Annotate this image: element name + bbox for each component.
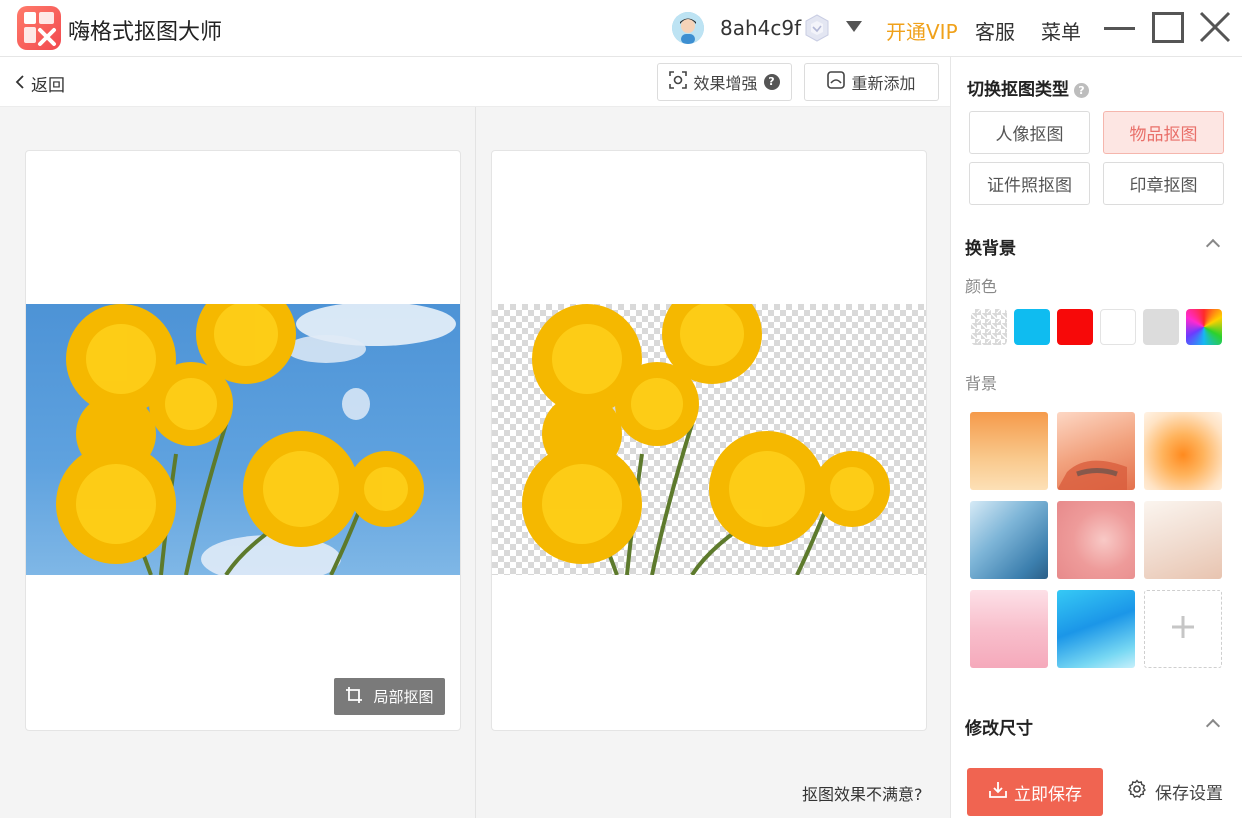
bg-tile-peach-paper[interactable]	[1057, 412, 1135, 490]
workspace-divider	[475, 107, 476, 818]
save-settings-button[interactable]: 保存设置	[1127, 779, 1223, 804]
partial-cutout-button[interactable]: 局部抠图	[334, 678, 445, 715]
unsatisfied-link[interactable]: 抠图效果不满意?	[802, 781, 923, 805]
collapse-icon[interactable]	[1205, 718, 1221, 734]
type-seal-button[interactable]: 印章抠图	[1103, 162, 1224, 205]
color-picker-rainbow[interactable]	[1186, 309, 1222, 345]
bg-tile-blue-silk[interactable]	[970, 501, 1048, 579]
minimize-icon[interactable]	[1104, 27, 1135, 30]
crop-icon	[345, 686, 363, 708]
save-settings-label: 保存设置	[1155, 784, 1223, 804]
type-portrait-button[interactable]: 人像抠图	[969, 111, 1090, 154]
collapse-icon[interactable]	[1205, 238, 1221, 254]
switch-type-title: 切换抠图类型?	[967, 75, 1089, 100]
readd-button[interactable]: 重新添加	[804, 63, 939, 101]
bg-tile-cream-silk[interactable]	[1144, 501, 1222, 579]
enhance-icon	[669, 71, 688, 93]
account-dropdown-icon[interactable]	[846, 21, 862, 32]
change-bg-title: 换背景	[965, 239, 1016, 259]
back-button[interactable]: 返回	[15, 71, 65, 96]
gear-icon	[1127, 779, 1147, 804]
original-canvas: 局部抠图	[25, 150, 461, 731]
bg-tile-sunset[interactable]	[1144, 412, 1222, 490]
type-object-button[interactable]: 物品抠图	[1103, 111, 1224, 154]
save-now-button[interactable]: 立即保存	[967, 768, 1103, 816]
app-title: 嗨格式抠图大师	[68, 20, 223, 45]
partial-cutout-label: 局部抠图	[373, 688, 434, 706]
color-swatch-gray[interactable]	[1143, 309, 1179, 345]
add-background-button[interactable]	[1144, 590, 1222, 668]
settings-panel: 切换抠图类型? 人像抠图 物品抠图 证件照抠图 印章抠图 换背景 颜色 背景 修…	[950, 57, 1242, 818]
result-image	[492, 304, 926, 575]
bg-tile-orange-gradient[interactable]	[970, 412, 1048, 490]
help-icon[interactable]: ?	[1074, 83, 1089, 98]
readd-label: 重新添加	[851, 74, 916, 93]
bg-tile-pink-texture[interactable]	[1057, 501, 1135, 579]
type-id-photo-button[interactable]: 证件照抠图	[969, 162, 1090, 205]
menu-link[interactable]: 菜单	[1041, 16, 1081, 45]
color-swatch-transparent[interactable]	[971, 309, 1007, 345]
enhance-label: 效果增强	[693, 74, 758, 93]
bg-tile-pink-soft[interactable]	[970, 590, 1048, 668]
color-swatch-red[interactable]	[1057, 309, 1093, 345]
title-bar: 嗨格式抠图大师 8ah4c9f 开通VIP 客服 菜单	[0, 0, 1242, 57]
plus-icon	[1170, 614, 1196, 644]
save-now-label: 立即保存	[1014, 784, 1082, 805]
username[interactable]: 8ah4c9f	[720, 16, 801, 40]
maximize-icon[interactable]	[1152, 12, 1184, 43]
open-vip-link[interactable]: 开通VIP	[886, 16, 958, 45]
download-icon	[988, 780, 1008, 805]
resize-title: 修改尺寸	[965, 719, 1033, 739]
color-label: 颜色	[965, 277, 998, 296]
enhance-button[interactable]: 效果增强 ?	[657, 63, 792, 101]
toolbar: 返回 效果增强 ? 重新添加	[0, 57, 950, 107]
back-label: 返回	[31, 76, 65, 96]
help-icon[interactable]: ?	[763, 74, 780, 90]
color-swatch-white[interactable]	[1100, 309, 1136, 345]
vip-badge-icon	[802, 13, 832, 43]
original-image	[26, 304, 460, 575]
result-canvas	[491, 150, 927, 731]
user-avatar[interactable]	[672, 12, 704, 44]
close-icon[interactable]	[1198, 10, 1232, 44]
customer-service-link[interactable]: 客服	[975, 16, 1015, 45]
switch-type-label: 切换抠图类型	[967, 80, 1069, 100]
app-logo-icon	[17, 6, 61, 50]
color-swatch-blue[interactable]	[1014, 309, 1050, 345]
bg-tile-blue-wave[interactable]	[1057, 590, 1135, 668]
image-add-icon	[827, 71, 846, 93]
chevron-left-icon	[15, 74, 25, 94]
background-label: 背景	[965, 374, 998, 393]
